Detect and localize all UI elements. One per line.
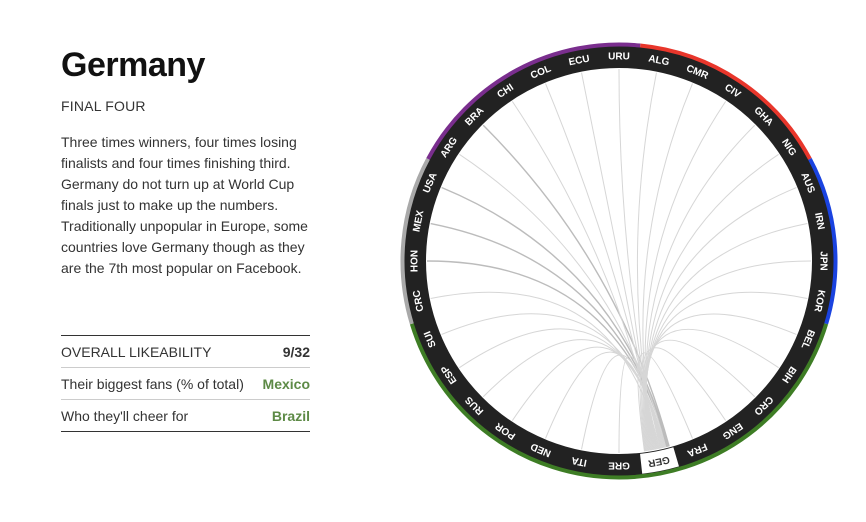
confederation-arc-afc: [808, 158, 838, 325]
stats-table: OVERALL LIKEABILITY 9/32 Their biggest f…: [61, 335, 310, 432]
team-label-irn[interactable]: IRN: [812, 212, 826, 231]
team-label-col[interactable]: COL: [529, 63, 553, 81]
stat-row-likeability: OVERALL LIKEABILITY 9/32: [61, 336, 310, 368]
team-label-jpn[interactable]: JPN: [818, 251, 829, 270]
team-label-cro[interactable]: CRO: [751, 393, 775, 417]
chord-ger-esp: [459, 328, 665, 448]
team-label-bra[interactable]: BRA: [463, 105, 486, 128]
chord-ger-chi: [511, 101, 659, 450]
team-label-por[interactable]: POR: [493, 420, 518, 442]
chord-ger-kor: [644, 291, 808, 451]
team-label-cmr[interactable]: CMR: [684, 63, 710, 82]
chord-ger-eng: [639, 347, 727, 452]
team-label-ita[interactable]: ITA: [571, 454, 588, 468]
team-label-sui[interactable]: SUI: [422, 329, 439, 349]
team-label-aus[interactable]: AUS: [798, 171, 816, 195]
team-label-ger[interactable]: GER: [646, 454, 670, 469]
chord-ger-crc: [430, 291, 660, 449]
team-label-gha[interactable]: GHA: [751, 105, 775, 129]
chord-ger-hon: [426, 260, 668, 448]
chord-ger-cro: [641, 339, 756, 452]
chord-ger-civ: [644, 101, 727, 450]
team-label-bih[interactable]: BIH: [779, 364, 798, 384]
likeability-label: OVERALL LIKEABILITY: [61, 343, 212, 360]
stat-row-biggest-fans: Their biggest fans (% of total) Mexico: [61, 368, 310, 400]
chord-ger-sui: [441, 313, 666, 448]
team-label-fra[interactable]: FRA: [685, 440, 708, 458]
chord-ger-ita: [581, 354, 662, 450]
chord-ger-mex: [430, 222, 669, 447]
team-label-ecu[interactable]: ECU: [568, 53, 591, 68]
chord-ger-cmr: [642, 83, 693, 450]
team-label-rus[interactable]: RUS: [463, 394, 486, 417]
team-label-crc[interactable]: CRC: [411, 289, 426, 312]
selected-team-segment[interactable]: [640, 447, 679, 474]
biggest-fans-label: Their biggest fans (% of total): [61, 375, 244, 392]
chord-ger-rus: [482, 339, 664, 448]
chord-ger-fra: [637, 352, 693, 452]
chord-ger-bih: [642, 329, 779, 452]
chord-ger-usa: [441, 186, 669, 447]
stat-row-cheer-for: Who they'll cheer for Brazil: [61, 400, 310, 432]
team-label-esp[interactable]: ESP: [439, 363, 459, 386]
confederation-arc-conmebol: [426, 42, 641, 160]
confederation-arc-uefa: [409, 323, 829, 480]
team-label-arg[interactable]: ARG: [439, 135, 461, 160]
team-label-mex[interactable]: MEX: [411, 209, 426, 233]
confederation-arc-concacaf: [400, 158, 430, 325]
chord-ger-ecu: [581, 72, 658, 450]
team-labels: URU ALG CMR CIV GHANIGAUS IRN JPN KOR BELBIHCRO E…: [410, 52, 829, 471]
team-ring: [404, 46, 834, 476]
chord-ger-irn: [645, 223, 808, 451]
chord-ger-nig: [645, 153, 779, 451]
team-description: Three times winners, four times losing f…: [61, 134, 308, 276]
chord-ger-jpn: [644, 260, 812, 451]
chord-ger-alg: [636, 72, 657, 450]
team-label-ned[interactable]: NED: [529, 440, 553, 458]
cheer-for-value[interactable]: Brazil: [272, 408, 310, 424]
cheer-for-label: Who they'll cheer for: [61, 407, 189, 424]
chord-ger-col: [545, 83, 659, 449]
team-title: Germany: [61, 46, 205, 84]
chord-ger-bel: [643, 313, 797, 451]
team-stage: FINAL FOUR: [61, 98, 146, 114]
team-label-alg[interactable]: ALG: [647, 53, 670, 68]
team-label-gre[interactable]: GRE: [608, 460, 630, 471]
likeability-value: 9/32: [282, 343, 310, 360]
team-label-nig[interactable]: NIG: [779, 137, 798, 158]
team-label-bel[interactable]: BEL: [799, 328, 817, 351]
chord-ger-uru: [618, 68, 657, 450]
team-label-civ[interactable]: CIV: [722, 82, 742, 101]
chord-ger-gha: [645, 124, 756, 451]
chord-links: [426, 68, 812, 454]
chord-ger-aus: [645, 187, 797, 451]
chord-ger-bra: [482, 124, 670, 447]
biggest-fans-value[interactable]: Mexico: [263, 376, 310, 392]
team-label-eng[interactable]: ENG: [720, 420, 744, 441]
team-label-hon[interactable]: HON: [410, 250, 421, 272]
chord-ger-arg: [459, 153, 667, 448]
chord-ger-por: [511, 346, 664, 449]
chord-ger-gre: [618, 355, 661, 454]
team-ring-band: [404, 46, 834, 476]
confederation-arc-caf: [640, 43, 812, 160]
team-label-uru[interactable]: URU: [608, 52, 630, 63]
team-label-usa[interactable]: USA: [421, 171, 439, 195]
chord-ger-ned: [545, 351, 663, 449]
team-label-chi[interactable]: CHI: [495, 82, 516, 101]
team-label-kor[interactable]: KOR: [811, 289, 826, 314]
confederation-arcs: [400, 42, 838, 480]
